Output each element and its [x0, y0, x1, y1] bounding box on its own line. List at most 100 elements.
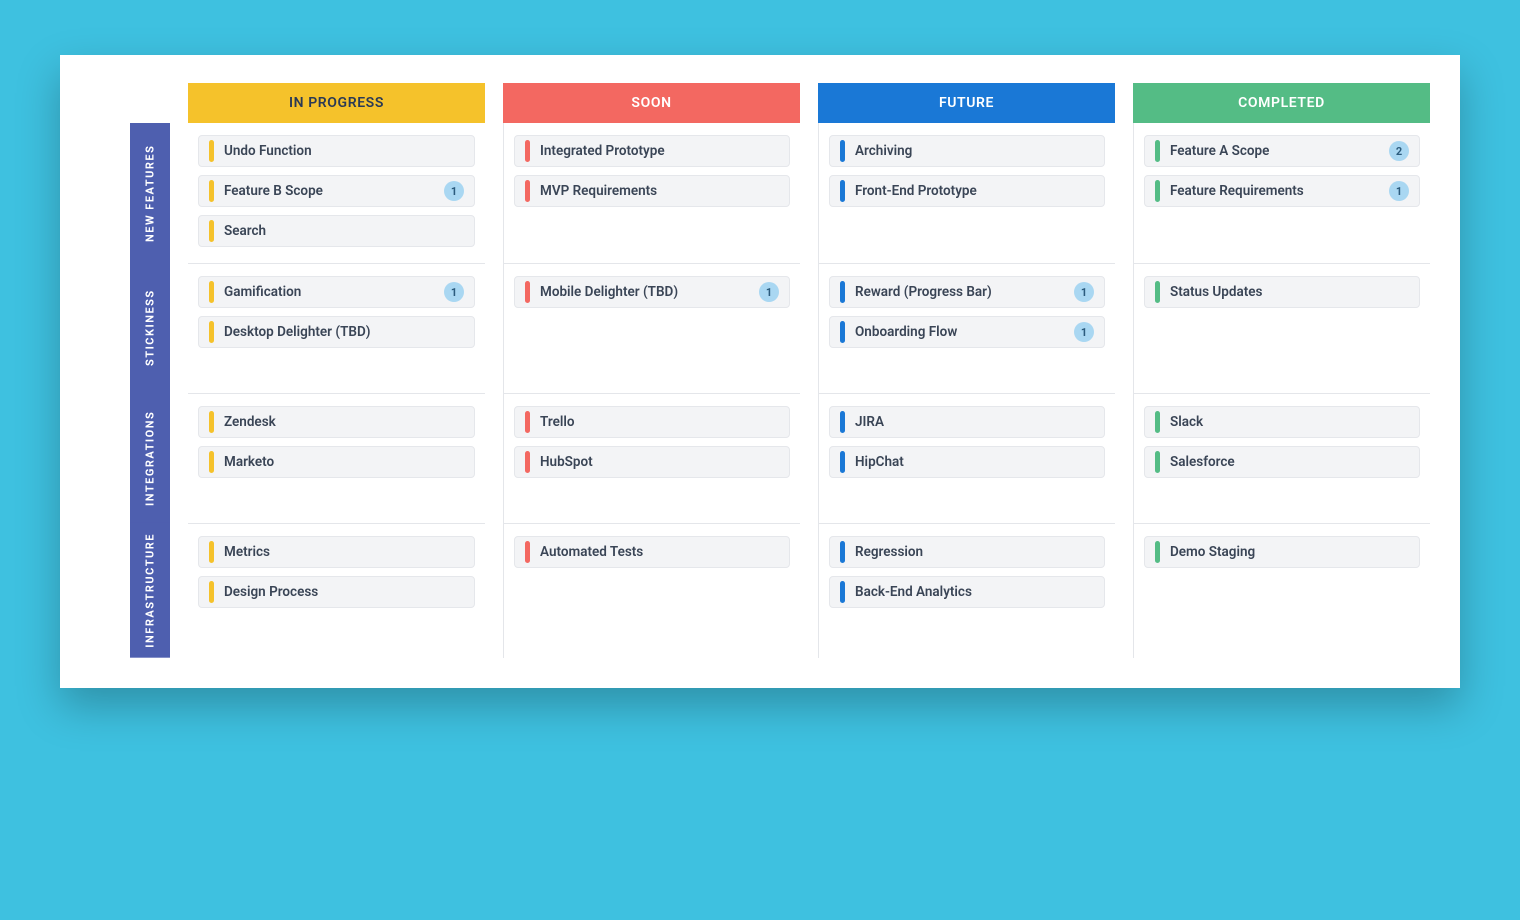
card-stripe [1155, 180, 1160, 202]
cell-infrastructure-soon: Automated Tests [503, 523, 800, 658]
cell-stickiness-completed: Status Updates [1133, 263, 1430, 393]
cell-new_features-soon: Integrated Prototype MVP Requirements [503, 123, 800, 263]
row-label-wrap: STICKINESS [90, 263, 170, 393]
count-badge: 2 [1389, 141, 1409, 161]
grid-corner [90, 83, 170, 123]
card-stripe [840, 281, 845, 303]
card-stripe [1155, 541, 1160, 563]
card-label: Reward (Progress Bar) [855, 284, 1074, 300]
cell-infrastructure-completed: Demo Staging [1133, 523, 1430, 658]
count-badge: 1 [444, 181, 464, 201]
card-stripe [840, 140, 845, 162]
cell-stickiness-soon: Mobile Delighter (TBD)1 [503, 263, 800, 393]
column-header-in_progress[interactable]: IN PROGRESS [188, 83, 485, 123]
card[interactable]: MVP Requirements [514, 175, 790, 207]
card-stripe [840, 180, 845, 202]
cell-integrations-soon: Trello HubSpot [503, 393, 800, 523]
card[interactable]: Mobile Delighter (TBD)1 [514, 276, 790, 308]
card-label: HipChat [855, 454, 1094, 470]
count-badge: 1 [1074, 282, 1094, 302]
column-header-future[interactable]: FUTURE [818, 83, 1115, 123]
card-stripe [1155, 451, 1160, 473]
card-label: Demo Staging [1170, 544, 1409, 560]
card[interactable]: Feature B Scope1 [198, 175, 475, 207]
card-stripe [209, 281, 214, 303]
row-label-wrap: NEW FEATURES [90, 123, 170, 263]
row-label-stickiness[interactable]: STICKINESS [130, 263, 170, 393]
roadmap-grid: IN PROGRESS SOON FUTURE COMPLETED NEW FEATUR… [90, 83, 1430, 658]
card[interactable]: Feature Requirements1 [1144, 175, 1420, 207]
column-header-soon[interactable]: SOON [503, 83, 800, 123]
row-label-infrastructure[interactable]: INFRASTRUCTURE [130, 523, 170, 658]
card-stripe [209, 220, 214, 242]
card[interactable]: Design Process [198, 576, 475, 608]
card[interactable]: Back-End Analytics [829, 576, 1105, 608]
card-label: Feature B Scope [224, 183, 444, 199]
card[interactable]: Regression [829, 536, 1105, 568]
card[interactable]: Automated Tests [514, 536, 790, 568]
card[interactable]: Reward (Progress Bar)1 [829, 276, 1105, 308]
card-stripe [525, 281, 530, 303]
card[interactable]: Desktop Delighter (TBD) [198, 316, 475, 348]
card-label: Front-End Prototype [855, 183, 1094, 199]
card[interactable]: Archiving [829, 135, 1105, 167]
card-stripe [840, 581, 845, 603]
card-label: Status Updates [1170, 284, 1409, 300]
card-stripe [525, 451, 530, 473]
card-stripe [209, 541, 214, 563]
count-badge: 1 [759, 282, 779, 302]
card-stripe [840, 321, 845, 343]
card[interactable]: Undo Function [198, 135, 475, 167]
card-stripe [209, 451, 214, 473]
card-stripe [525, 140, 530, 162]
row-label-new_features[interactable]: NEW FEATURES [130, 123, 170, 263]
count-badge: 1 [444, 282, 464, 302]
card-label: Archiving [855, 143, 1094, 159]
card-stripe [209, 411, 214, 433]
column-header-completed[interactable]: COMPLETED [1133, 83, 1430, 123]
card-label: Slack [1170, 414, 1409, 430]
card-label: Zendesk [224, 414, 464, 430]
card-label: Desktop Delighter (TBD) [224, 324, 464, 340]
card[interactable]: Demo Staging [1144, 536, 1420, 568]
card[interactable]: Marketo [198, 446, 475, 478]
card-stripe [209, 321, 214, 343]
card-label: Trello [540, 414, 779, 430]
card[interactable]: Onboarding Flow1 [829, 316, 1105, 348]
card-label: Feature A Scope [1170, 143, 1389, 159]
card-label: Gamification [224, 284, 444, 300]
card[interactable]: HubSpot [514, 446, 790, 478]
card[interactable]: Gamification1 [198, 276, 475, 308]
card[interactable]: Salesforce [1144, 446, 1420, 478]
card[interactable]: Slack [1144, 406, 1420, 438]
card-stripe [525, 411, 530, 433]
card[interactable]: JIRA [829, 406, 1105, 438]
card-stripe [840, 451, 845, 473]
cell-new_features-future: Archiving Front-End Prototype [818, 123, 1115, 263]
card-stripe [209, 140, 214, 162]
card-label: MVP Requirements [540, 183, 779, 199]
card[interactable]: Feature A Scope2 [1144, 135, 1420, 167]
cell-integrations-completed: Slack Salesforce [1133, 393, 1430, 523]
card-stripe [209, 180, 214, 202]
card-label: Metrics [224, 544, 464, 560]
card[interactable]: Zendesk [198, 406, 475, 438]
card[interactable]: Trello [514, 406, 790, 438]
card[interactable]: Metrics [198, 536, 475, 568]
card[interactable]: HipChat [829, 446, 1105, 478]
card[interactable]: Front-End Prototype [829, 175, 1105, 207]
card-stripe [1155, 140, 1160, 162]
card[interactable]: Status Updates [1144, 276, 1420, 308]
card-label: Mobile Delighter (TBD) [540, 284, 759, 300]
cell-stickiness-future: Reward (Progress Bar)1 Onboarding Flow1 [818, 263, 1115, 393]
row-label-wrap: INTEGRATIONS [90, 393, 170, 523]
card[interactable]: Search [198, 215, 475, 247]
card-label: Back-End Analytics [855, 584, 1094, 600]
card[interactable]: Integrated Prototype [514, 135, 790, 167]
card-stripe [525, 180, 530, 202]
cell-infrastructure-future: Regression Back-End Analytics [818, 523, 1115, 658]
cell-integrations-future: JIRA HipChat [818, 393, 1115, 523]
card-stripe [1155, 281, 1160, 303]
cell-integrations-in_progress: Zendesk Marketo [188, 393, 485, 523]
row-label-integrations[interactable]: INTEGRATIONS [130, 393, 170, 523]
